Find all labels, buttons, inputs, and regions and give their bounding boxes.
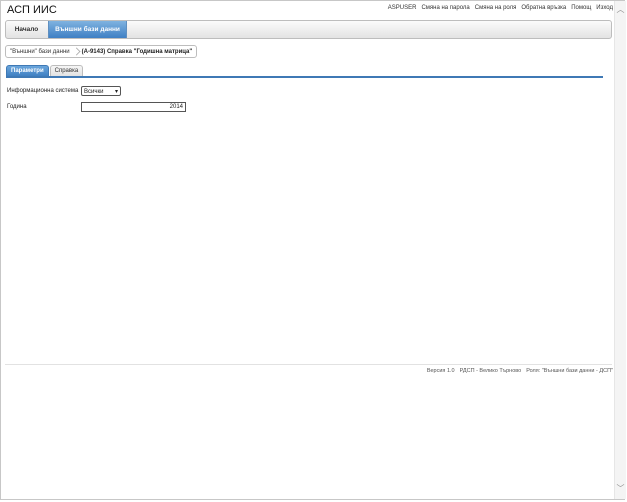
footer-divider — [5, 364, 612, 365]
info-system-select[interactable]: Всички ▾ — [81, 85, 121, 96]
footer-role: Роля: "Външни бази данни - ДСП" — [526, 368, 613, 374]
info-system-row: Информационна система Всички ▾ — [7, 85, 121, 96]
menu-item-home[interactable]: Начало — [6, 21, 47, 38]
chevron-down-icon[interactable]: ﹀ — [616, 484, 625, 493]
change-password-link[interactable]: Смяна на парола — [421, 5, 469, 11]
change-role-link[interactable]: Смяна на роля — [475, 5, 517, 11]
help-link[interactable]: Помощ — [571, 5, 591, 11]
user-link[interactable]: ASPUSER — [388, 5, 417, 11]
footer: Версия 1.0 РДСП - Велико Търново Роля: "… — [422, 368, 613, 374]
info-system-label: Информационна система — [7, 87, 79, 94]
main-menu: Начало Външни бази данни — [5, 20, 612, 39]
browser-frame — [0, 0, 625, 500]
feedback-link[interactable]: Обратна връзка — [521, 5, 566, 11]
info-system-selected-value: Всички — [84, 88, 104, 95]
tab-underline — [6, 76, 603, 78]
year-label: Година — [7, 103, 27, 110]
menu-item-external-databases[interactable]: Външни бази данни — [48, 21, 127, 38]
breadcrumb: "Външни" бази данни (А-9143) Справка "Го… — [5, 45, 198, 58]
logout-link[interactable]: Изход — [596, 5, 613, 11]
breadcrumb-parent[interactable]: "Външни" бази данни — [10, 49, 70, 55]
footer-version: Версия 1.0 — [426, 368, 455, 374]
footer-office: РДСП - Велико Търново — [459, 368, 522, 374]
top-links: ASPUSER Смяна на парола Смяна на роля Об… — [383, 5, 613, 11]
vertical-scrollbar[interactable]: ︿ ﹀ — [614, 1, 626, 499]
chevron-down-icon: ▾ — [114, 87, 118, 95]
breadcrumb-separator-icon — [73, 46, 79, 57]
year-input[interactable]: 2014 — [81, 101, 186, 112]
year-row: Година 2014 — [7, 101, 186, 112]
breadcrumb-current: (А-9143) Справка "Годишна матрица" — [81, 48, 193, 55]
app-title: АСП ИИС — [7, 4, 57, 16]
chevron-up-icon[interactable]: ︿ — [616, 5, 625, 14]
